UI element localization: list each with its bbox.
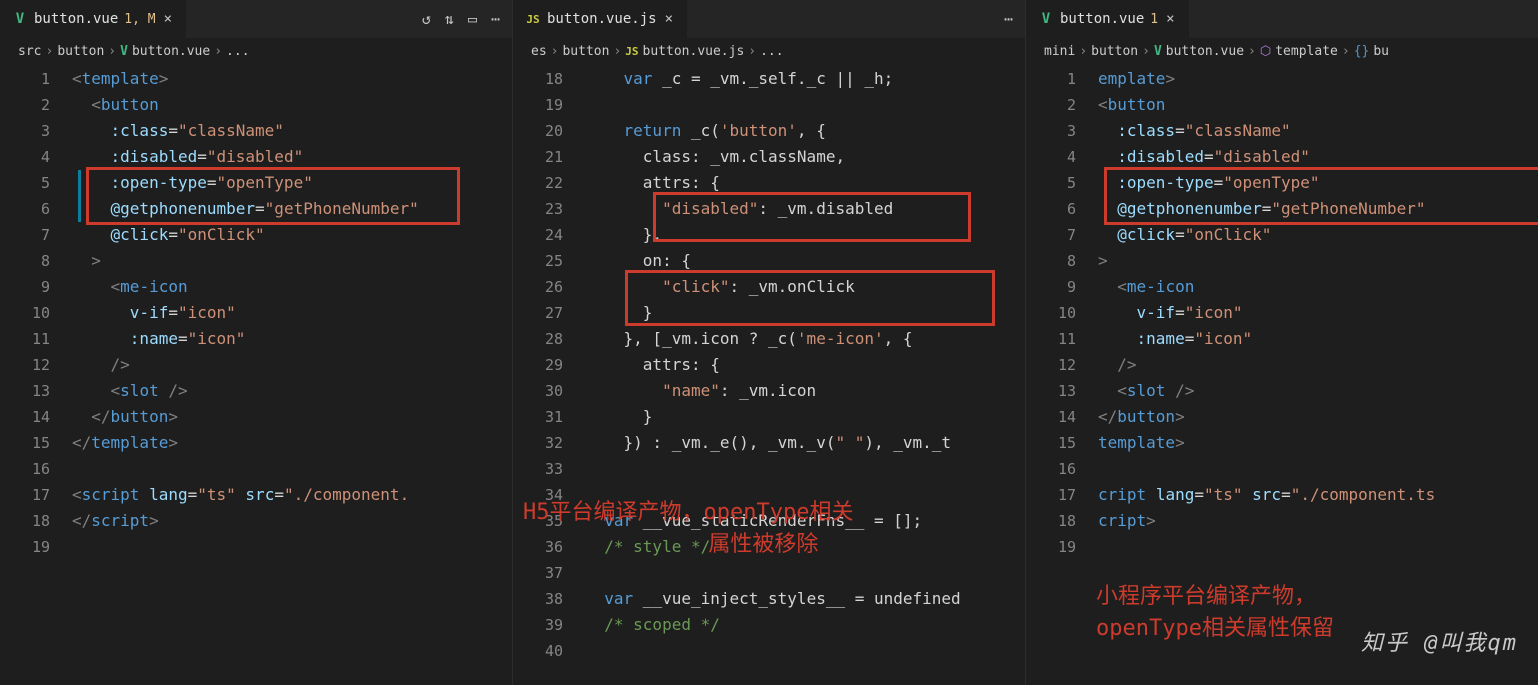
history-icon[interactable]: ↺ [422, 10, 431, 28]
vue-icon: V [12, 11, 28, 27]
more-icon[interactable]: ⋯ [491, 10, 500, 28]
minimap[interactable] [458, 64, 512, 685]
vue-icon: V [1154, 44, 1162, 59]
annotation-text: H5平台编译产物，openType相关 属性被移除 [523, 494, 853, 558]
tab-actions: ↺ ⇅ ▭ ⋯ [422, 10, 512, 28]
cube-icon: ⬡ [1260, 44, 1271, 59]
annotation-text: 小程序平台编译产物，openType相关属性保留 [1096, 578, 1334, 642]
code-content[interactable]: var _c = _vm._self._c || _h; return _c('… [585, 64, 1025, 685]
crumb[interactable]: button.vue.js [643, 44, 745, 59]
highlight-box [653, 192, 971, 242]
js-icon: JS [625, 45, 638, 58]
vue-icon: V [120, 44, 128, 59]
crumb[interactable]: ... [226, 44, 249, 59]
editor-area[interactable]: 12345678910111213141516171819 <template>… [0, 64, 512, 685]
breadcrumbs[interactable]: src› button› V button.vue› ... [0, 38, 512, 64]
tab-button-vue-js[interactable]: JS button.vue.js × [513, 0, 687, 38]
tab-button-vue[interactable]: V button.vue 1 × [1026, 0, 1189, 38]
more-icon[interactable]: ⋯ [1004, 10, 1013, 28]
pane-center: JS button.vue.js × ⋯ es› button› JS butt… [513, 0, 1026, 685]
crumb[interactable]: ... [760, 44, 783, 59]
tabbar: JS button.vue.js × ⋯ [513, 0, 1025, 38]
crumb[interactable]: button [57, 44, 104, 59]
vue-icon: V [1038, 11, 1054, 27]
tab-button-vue[interactable]: V button.vue 1, M × [0, 0, 186, 38]
split-icon[interactable]: ▭ [468, 10, 477, 28]
close-icon[interactable]: × [1164, 11, 1176, 27]
js-icon: JS [525, 11, 541, 27]
crumb[interactable]: es [531, 44, 547, 59]
crumb[interactable]: button.vue [1166, 44, 1244, 59]
tab-badge: 1 [1150, 12, 1158, 27]
tab-name: button.vue [1060, 11, 1144, 27]
crumb[interactable]: mini [1044, 44, 1075, 59]
close-icon[interactable]: × [663, 11, 675, 27]
highlight-box [1104, 167, 1538, 225]
pane-left: V button.vue 1, M × ↺ ⇅ ▭ ⋯ src› button›… [0, 0, 513, 685]
crumb[interactable]: src [18, 44, 41, 59]
crumb[interactable]: bu [1373, 44, 1389, 59]
watermark: 知乎 @叫我qm [1361, 625, 1518, 657]
modified-indicator [78, 170, 81, 222]
breadcrumbs[interactable]: mini› button› V button.vue› ⬡ template› … [1026, 38, 1538, 64]
crumb[interactable]: button.vue [132, 44, 210, 59]
tab-badge: 1, M [124, 12, 155, 27]
tab-actions: ⋯ [1004, 10, 1025, 28]
editor-panes: V button.vue 1, M × ↺ ⇅ ▭ ⋯ src› button›… [0, 0, 1538, 685]
pane-right: V button.vue 1 × mini› button› V button.… [1026, 0, 1538, 685]
line-gutter: 12345678910111213141516171819 [0, 64, 72, 685]
line-gutter: 12345678910111213141516171819 [1026, 64, 1098, 685]
crumb[interactable]: template [1275, 44, 1338, 59]
braces-icon: {} [1354, 44, 1370, 59]
tab-name: button.vue [34, 11, 118, 27]
breadcrumbs[interactable]: es› button› JS button.vue.js› ... [513, 38, 1025, 64]
code-content[interactable]: <template> <button :class="className" :d… [72, 64, 512, 685]
editor-area[interactable]: 1819202122232425262728293031323334353637… [513, 64, 1025, 685]
tabbar: V button.vue 1, M × ↺ ⇅ ▭ ⋯ [0, 0, 512, 38]
crumb[interactable]: button [1091, 44, 1138, 59]
minimap[interactable] [971, 64, 1025, 685]
tab-name: button.vue.js [547, 11, 657, 27]
close-icon[interactable]: × [162, 11, 174, 27]
line-gutter: 1819202122232425262728293031323334353637… [513, 64, 585, 685]
highlight-box [625, 270, 995, 326]
crumb[interactable]: button [562, 44, 609, 59]
compare-icon[interactable]: ⇅ [445, 10, 454, 28]
highlight-box [86, 167, 460, 225]
tabbar: V button.vue 1 × [1026, 0, 1538, 38]
